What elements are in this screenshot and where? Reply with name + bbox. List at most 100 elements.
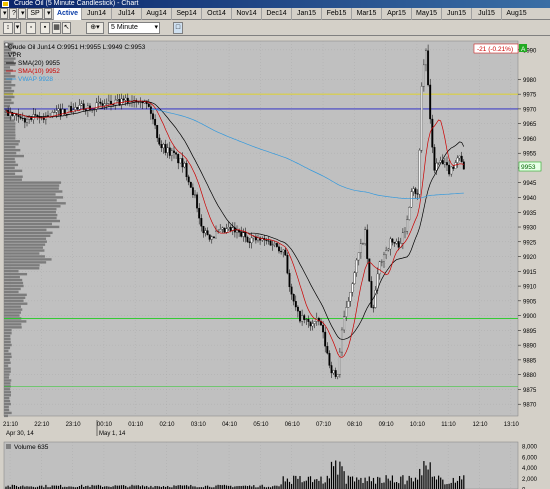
price-tick-label: 9940 xyxy=(523,196,537,202)
volume-bar xyxy=(137,485,139,489)
profile-bar xyxy=(4,302,28,305)
tab-jul14[interactable]: Jul14 xyxy=(111,7,141,20)
profile-bar xyxy=(4,340,11,344)
tab-oct14[interactable]: Oct14 xyxy=(201,7,231,20)
chart-type-icon[interactable]: ⊕▾ xyxy=(86,22,104,34)
square-icon[interactable]: □ xyxy=(173,22,183,34)
candle-body xyxy=(265,239,268,241)
volume-bar xyxy=(364,477,366,489)
volume-bar xyxy=(225,485,228,489)
toggle-icon[interactable]: ▪ xyxy=(40,22,50,34)
tab-active[interactable]: Active xyxy=(53,7,81,20)
price-chart[interactable]: 9990998099759970996599609955995099459940… xyxy=(0,36,550,489)
candle-body xyxy=(284,249,287,256)
month-tab-bar: ▾ ? ▾ SP ▾ Active Jun14 Jul14 Aug14 Sep14 Oc… xyxy=(0,7,550,20)
candle-body xyxy=(410,191,413,208)
cursor-icon[interactable]: ↖ xyxy=(62,22,71,34)
profile-bar xyxy=(4,225,60,229)
time-tick-label: 07:10 xyxy=(316,422,332,428)
profile-bar xyxy=(4,414,9,418)
profile-bar xyxy=(4,83,16,87)
new-chart-icon[interactable]: ▫ xyxy=(26,22,36,34)
volume-bar xyxy=(11,484,13,489)
candle-body xyxy=(391,238,394,243)
volume-bar xyxy=(22,485,24,489)
candle-body xyxy=(156,125,159,139)
grid-icon[interactable]: ▦ xyxy=(52,22,61,34)
candle-body xyxy=(406,219,409,232)
header-box-icon[interactable] xyxy=(4,42,9,47)
timeframe-select[interactable]: 5 Minute ▾ xyxy=(108,22,160,34)
price-tick-label: 9885 xyxy=(523,358,537,364)
help-icon[interactable]: ? xyxy=(9,8,17,19)
profile-bar xyxy=(4,252,40,255)
volume-bar xyxy=(13,485,15,489)
volume-bar xyxy=(116,485,118,489)
volume-bar xyxy=(419,468,421,489)
volume-bar xyxy=(421,475,423,489)
tab-jan15[interactable]: Jan15 xyxy=(291,7,321,20)
profile-bar xyxy=(4,143,19,146)
candle-body xyxy=(189,181,192,188)
candle-body xyxy=(26,119,28,123)
tab-dec14[interactable]: Dec14 xyxy=(261,7,291,20)
volume-collapse-icon[interactable] xyxy=(6,444,11,449)
menu-button[interactable]: ▾ xyxy=(0,8,8,19)
sma10-label: SMA(10) 9952 xyxy=(18,68,60,75)
volume-bar xyxy=(133,485,135,489)
volume-bar xyxy=(60,484,62,489)
volume-bar xyxy=(221,485,223,489)
candle-body xyxy=(236,230,238,233)
dropdown-arrow-icon[interactable]: ▾ xyxy=(44,8,52,19)
volume-bar xyxy=(372,477,375,489)
tab-sep14[interactable]: Sep14 xyxy=(171,7,201,20)
vpr-label: VPR xyxy=(8,52,22,59)
candle-body xyxy=(351,283,354,293)
tab-jun15[interactable]: Jun15 xyxy=(441,7,471,20)
profile-bar xyxy=(4,246,43,249)
tab-aug14[interactable]: Aug14 xyxy=(141,7,171,20)
tab-apr15[interactable]: Apr15 xyxy=(381,7,411,20)
candle-body xyxy=(38,116,41,118)
symbol-set-button[interactable]: SP xyxy=(27,8,43,19)
candle-body xyxy=(385,250,388,256)
candle-body xyxy=(89,105,91,110)
tab-may15[interactable]: May15 xyxy=(411,7,441,20)
tab-jul15[interactable]: Jul15 xyxy=(471,7,501,20)
candle-body xyxy=(68,105,70,115)
candle-body xyxy=(282,249,285,253)
profile-bar xyxy=(4,290,19,294)
time-tick-label: 05:10 xyxy=(253,422,269,428)
profile-bar xyxy=(4,213,58,217)
candle-body xyxy=(154,118,157,126)
crosshair-icon[interactable]: ↕ xyxy=(3,22,13,34)
profile-bar xyxy=(4,287,21,291)
volume-bar xyxy=(404,484,406,489)
candle-body xyxy=(366,229,369,259)
candle-body xyxy=(181,158,184,168)
chevron-down-icon[interactable]: ▾ xyxy=(18,8,26,19)
price-tick-label: 9925 xyxy=(523,240,537,246)
volume-bar xyxy=(341,466,343,489)
volume-bar xyxy=(429,462,431,489)
candle-body xyxy=(17,114,20,117)
tab-mar15[interactable]: Mar15 xyxy=(351,7,381,20)
candle-body xyxy=(168,147,171,156)
profile-bar xyxy=(4,134,16,137)
volume-bar xyxy=(402,475,404,489)
candle-body xyxy=(387,248,390,251)
tab-aug15[interactable]: Aug15 xyxy=(501,7,531,20)
tab-feb15[interactable]: Feb15 xyxy=(321,7,351,20)
volume-bar xyxy=(41,485,43,489)
candle-body xyxy=(408,207,411,221)
volume-bar xyxy=(293,475,295,489)
profile-bar xyxy=(4,125,16,128)
tab-nov14[interactable]: Nov14 xyxy=(231,7,261,20)
profile-bar xyxy=(4,296,26,299)
candle-body xyxy=(252,236,255,239)
profile-bar xyxy=(4,228,47,232)
chevron-down-icon: ▾ xyxy=(154,24,158,31)
chevron-down-icon[interactable]: ▾ xyxy=(14,22,21,34)
tab-jun14[interactable]: Jun14 xyxy=(81,7,111,20)
candle-body xyxy=(267,240,270,242)
